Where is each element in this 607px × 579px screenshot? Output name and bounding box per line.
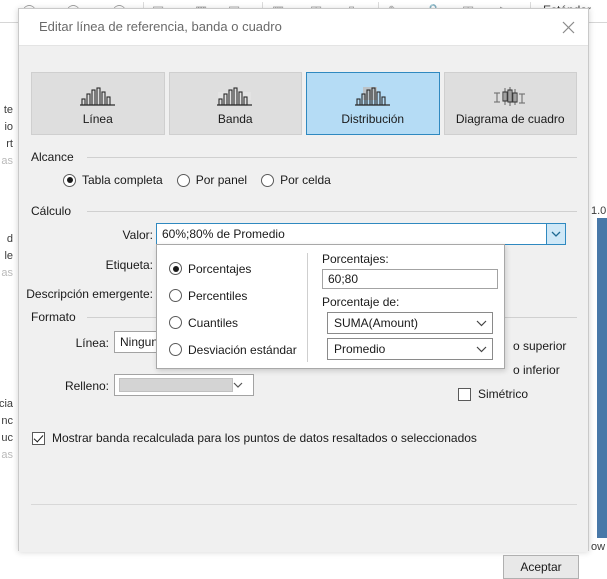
background-text-fragment: cia (0, 398, 13, 410)
scope-option-por-celda[interactable]: Por celda (261, 173, 331, 187)
radio-icon[interactable] (169, 343, 182, 356)
percentage-of-field-combobox[interactable]: SUMA(Amount) (327, 312, 493, 334)
radio-icon[interactable] (261, 173, 275, 187)
background-text-fragment: le (4, 250, 13, 262)
type-button-distribution[interactable]: Distribución (306, 72, 440, 135)
type-button-label: Diagrama de cuadro (455, 111, 565, 126)
percentage-of-field-value: SUMA(Amount) (334, 316, 419, 330)
popup-option-cuantiles[interactable]: Cuantiles (169, 309, 297, 336)
edit-reference-line-dialog: Editar línea de referencia, banda o cuad… (18, 8, 589, 579)
radio-icon[interactable] (169, 289, 182, 302)
fill-color-swatch (119, 378, 233, 392)
background-text-fragment: as (1, 267, 13, 279)
background-text-fragment: d (6, 233, 13, 245)
show-recalculated-band-checkbox[interactable]: Mostrar banda recalculada para los punto… (32, 431, 477, 445)
symmetric-label: Simétrico (478, 387, 529, 401)
distribution-calculation-popup: Porcentajes Percentiles Cuantiles Desvia… (156, 244, 505, 369)
background-accent-bar (597, 218, 607, 538)
popup-option-porcentajes[interactable]: Porcentajes (169, 255, 297, 282)
scope-group-rule (87, 157, 577, 158)
chevron-down-icon[interactable] (470, 346, 492, 353)
tooltip-field-label: Descripción emergente: (26, 287, 153, 301)
value-label: Valor: (122, 228, 153, 242)
radio-icon[interactable] (63, 173, 76, 187)
background-text-fragment: nc (1, 415, 13, 427)
type-button-label: Banda (217, 111, 253, 126)
percentage-of-aggregation-value: Promedio (334, 342, 386, 356)
upper-fill-label: o superior (513, 339, 567, 353)
radio-icon[interactable] (176, 173, 190, 187)
type-button-label: Distribución (341, 111, 405, 126)
popup-option-label: Porcentajes (188, 261, 252, 276)
type-button-box-plot[interactable]: Diagrama de cuadro (443, 72, 577, 135)
background-value-fragment: 1.0 (591, 205, 607, 217)
accept-button[interactable]: Aceptar (503, 555, 579, 579)
popup-divider (307, 253, 308, 362)
scope-group-label: Alcance (31, 150, 80, 164)
scope-option-label: Tabla completa (82, 173, 163, 187)
percentages-label: Porcentajes: (322, 252, 389, 266)
fill-combobox[interactable] (114, 374, 254, 396)
type-button-label: Línea (82, 111, 113, 126)
chevron-down-icon[interactable] (233, 378, 253, 392)
dialog-title: Editar línea de referencia, banda o cuad… (39, 19, 282, 34)
calculation-group-rule (87, 211, 577, 212)
scope-option-por-panel[interactable]: Por panel (176, 173, 248, 187)
footer-divider (31, 504, 577, 505)
symmetric-checkbox[interactable]: Simétrico (458, 387, 528, 401)
radio-icon[interactable] (169, 316, 182, 329)
popup-option-desviacion-estandar[interactable]: Desviación estándar (169, 336, 297, 363)
scope-radio-group: Tabla completa Por panel Por celda (63, 173, 345, 187)
background-text-fragment: as (1, 155, 13, 167)
fill-label: Relleno: (64, 379, 109, 393)
distribution-chart-icon (354, 82, 391, 108)
label-field-label: Etiqueta: (105, 258, 153, 272)
scope-option-label: Por panel (195, 173, 248, 187)
line-label: Línea: (75, 336, 109, 350)
dialog-body: Línea Banda Distribución Diagrama de cua… (19, 46, 588, 579)
percentage-of-label: Porcentaje de: (322, 295, 400, 309)
band-chart-icon (217, 82, 253, 108)
checkbox-icon[interactable] (458, 387, 471, 401)
dialog-titlebar: Editar línea de referencia, banda o cuad… (19, 9, 588, 46)
scope-option-label: Por celda (280, 173, 331, 187)
background-text-fragment: uc (1, 432, 13, 444)
chevron-down-icon[interactable] (546, 224, 565, 244)
percentage-of-aggregation-combobox[interactable]: Promedio (327, 338, 493, 360)
background-text-fragment: io (4, 121, 13, 133)
popup-option-label: Percentiles (188, 288, 248, 303)
type-button-band[interactable]: Banda (168, 72, 302, 135)
popup-settings: Porcentajes: 60;80 Porcentaje de: SUMA(A… (322, 252, 498, 364)
background-text-fragment: ow (591, 541, 606, 553)
radio-icon[interactable] (169, 262, 182, 275)
popup-option-percentiles[interactable]: Percentiles (169, 282, 297, 309)
scope-option-tabla-completa[interactable]: Tabla completa (63, 173, 163, 187)
popup-option-label: Cuantiles (188, 315, 239, 330)
percentages-input[interactable]: 60;80 (322, 269, 498, 289)
lower-fill-label: o inferior (513, 363, 560, 377)
calculation-group-label: Cálculo (31, 204, 78, 218)
value-combobox-text: 60%;80% de Promedio (162, 227, 285, 241)
checkbox-icon[interactable] (32, 431, 45, 445)
popup-mode-radio-group: Porcentajes Percentiles Cuantiles Desvia… (169, 255, 297, 363)
type-button-line[interactable]: Línea (31, 72, 165, 135)
value-combobox[interactable]: 60%;80% de Promedio (156, 223, 566, 245)
background-text-fragment: as (1, 449, 13, 461)
box-plot-icon (492, 82, 528, 108)
line-chart-icon (79, 82, 116, 108)
popup-option-label: Desviación estándar (188, 342, 297, 357)
chevron-down-icon[interactable] (470, 320, 492, 327)
background-text-fragment: te (3, 104, 13, 116)
background-text-fragment: rt (6, 138, 13, 150)
reference-type-selector: Línea Banda Distribución Diagrama de cua… (31, 72, 577, 135)
show-recalculated-band-label: Mostrar banda recalculada para los punto… (52, 431, 477, 445)
format-group-label: Formato (31, 310, 82, 324)
close-icon[interactable] (556, 15, 580, 39)
